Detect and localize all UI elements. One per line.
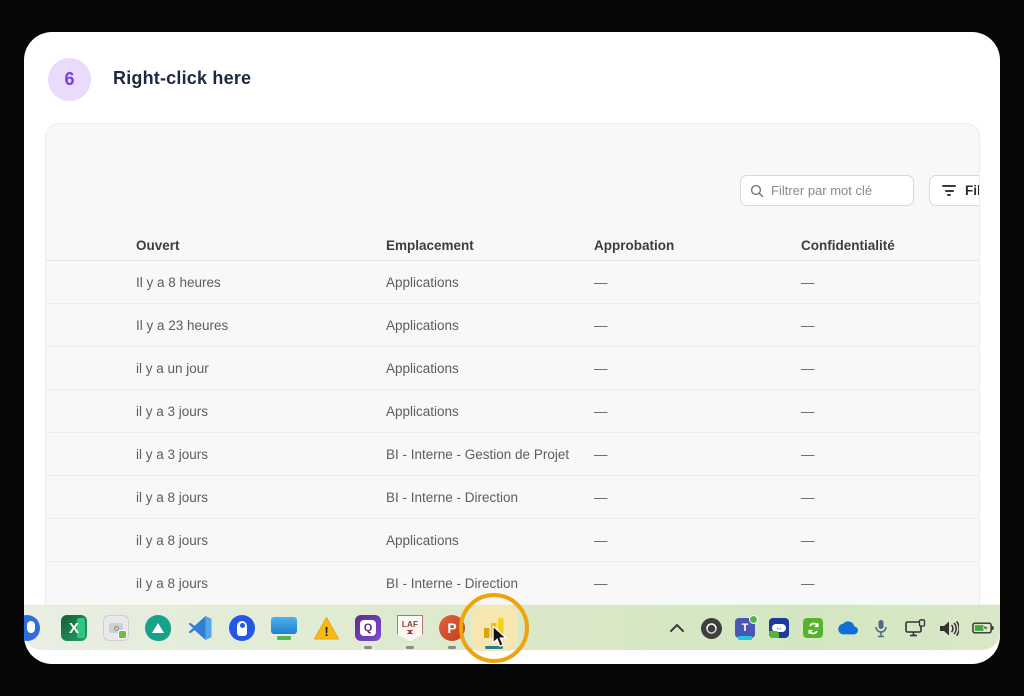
warning-icon[interactable]: ! xyxy=(312,614,340,642)
cell-confidentialite: — xyxy=(801,576,979,591)
cell-emplacement: BI - Interne - Direction xyxy=(386,576,594,591)
cell-confidentialite: — xyxy=(801,275,979,290)
excel-icon[interactable]: X xyxy=(60,614,88,642)
running-indicator xyxy=(406,646,414,649)
app-content-panel: Filtrer par mot clé Filt Ouvert Emplacem… xyxy=(45,123,980,623)
table-row[interactable]: Il y a 23 heures Applications — — xyxy=(46,304,979,347)
taskbar-app-icons: X xyxy=(24,605,508,651)
powerpoint-icon[interactable]: P xyxy=(438,614,466,642)
running-indicator xyxy=(448,646,456,649)
cell-confidentialite: — xyxy=(801,490,979,505)
security-icon[interactable] xyxy=(700,617,722,639)
cell-approbation: — xyxy=(594,490,801,505)
cell-ouvert: il y a 8 jours xyxy=(136,490,386,505)
mouse-cursor xyxy=(491,626,508,648)
table-body: Il y a 8 heures Applications — — Il y a … xyxy=(46,261,979,605)
display-connect-icon[interactable] xyxy=(904,617,926,639)
table-header-row: Ouvert Emplacement Approbation Confident… xyxy=(46,231,979,261)
q-app-icon[interactable]: Q xyxy=(354,614,382,642)
running-indicator xyxy=(364,646,372,649)
cell-ouvert: Il y a 23 heures xyxy=(136,318,386,333)
power-bi-icon[interactable] xyxy=(480,614,508,642)
cell-confidentialite: — xyxy=(801,318,979,333)
tutorial-step-card: 6 Right-click here Filtrer par mot clé F… xyxy=(24,32,1000,664)
filter-placeholder: Filtrer par mot clé xyxy=(771,183,872,198)
cell-confidentialite: — xyxy=(801,533,979,548)
filters-button[interactable]: Filt xyxy=(929,175,980,206)
cell-emplacement: Applications xyxy=(386,404,594,419)
table-row[interactable]: il y a 8 jours BI - Interne - Direction … xyxy=(46,476,979,519)
cell-approbation: — xyxy=(594,576,801,591)
cell-approbation: — xyxy=(594,404,801,419)
remote-tool-icon[interactable] xyxy=(102,614,130,642)
cell-emplacement: Applications xyxy=(386,361,594,376)
teams-icon[interactable]: T xyxy=(734,617,756,639)
svg-text:!: ! xyxy=(324,624,328,639)
sync-icon[interactable] xyxy=(802,617,824,639)
cell-confidentialite: — xyxy=(801,361,979,376)
funnel-icon xyxy=(942,185,956,196)
column-header-confidentialite: Confidentialité xyxy=(801,238,979,253)
cell-emplacement: BI - Interne - Direction xyxy=(386,490,594,505)
vscode-icon[interactable] xyxy=(186,614,214,642)
table-row[interactable]: il y a 8 jours Applications — — xyxy=(46,519,979,562)
company-portal-icon[interactable] xyxy=(144,614,172,642)
table-row[interactable]: il y a un jour Applications — — xyxy=(46,347,979,390)
show-hidden-icons-chevron[interactable] xyxy=(666,617,688,639)
cell-approbation: — xyxy=(594,533,801,548)
laf-app-icon[interactable]: LAF xyxy=(396,614,424,642)
cell-approbation: — xyxy=(594,361,801,376)
cell-ouvert: il y a 3 jours xyxy=(136,404,386,419)
step-title: Right-click here xyxy=(113,68,251,89)
cell-emplacement: Applications xyxy=(386,275,594,290)
table-row[interactable]: il y a 3 jours BI - Interne - Gestion de… xyxy=(46,433,979,476)
cell-ouvert: il y a un jour xyxy=(136,361,386,376)
step-number-badge: 6 xyxy=(48,58,91,101)
cell-ouvert: il y a 8 jours xyxy=(136,533,386,548)
column-header-approbation: Approbation xyxy=(594,238,801,253)
cell-confidentialite: — xyxy=(801,447,979,462)
cell-ouvert: Il y a 8 heures xyxy=(136,275,386,290)
cell-emplacement: BI - Interne - Gestion de Projet xyxy=(386,447,594,462)
cell-emplacement: Applications xyxy=(386,533,594,548)
onedrive-icon[interactable] xyxy=(836,617,858,639)
windows-taskbar: X xyxy=(24,604,1000,650)
table-row[interactable]: il y a 8 jours BI - Interne - Direction … xyxy=(46,562,979,605)
cell-approbation: — xyxy=(594,318,801,333)
cell-approbation: — xyxy=(594,275,801,290)
system-tray: T ↔ xyxy=(666,605,994,651)
cell-emplacement: Applications xyxy=(386,318,594,333)
volume-icon[interactable] xyxy=(938,617,960,639)
search-icon xyxy=(750,184,764,198)
battery-icon[interactable] xyxy=(972,617,994,639)
teamviewer-icon[interactable]: ↔ xyxy=(768,617,790,639)
cell-ouvert: il y a 8 jours xyxy=(136,576,386,591)
microphone-icon[interactable] xyxy=(870,617,892,639)
cell-confidentialite: — xyxy=(801,404,979,419)
table-row[interactable]: il y a 3 jours Applications — — xyxy=(46,390,979,433)
column-header-ouvert: Ouvert xyxy=(136,238,386,253)
key-app-icon[interactable] xyxy=(228,614,256,642)
cell-approbation: — xyxy=(594,447,801,462)
column-header-emplacement: Emplacement xyxy=(386,238,594,253)
cropped-pin-icon[interactable] xyxy=(24,614,46,642)
display-app-icon[interactable] xyxy=(270,614,298,642)
cell-ouvert: il y a 3 jours xyxy=(136,447,386,462)
keyword-filter-input[interactable]: Filtrer par mot clé xyxy=(740,175,914,206)
table-row[interactable]: Il y a 8 heures Applications — — xyxy=(46,261,979,304)
